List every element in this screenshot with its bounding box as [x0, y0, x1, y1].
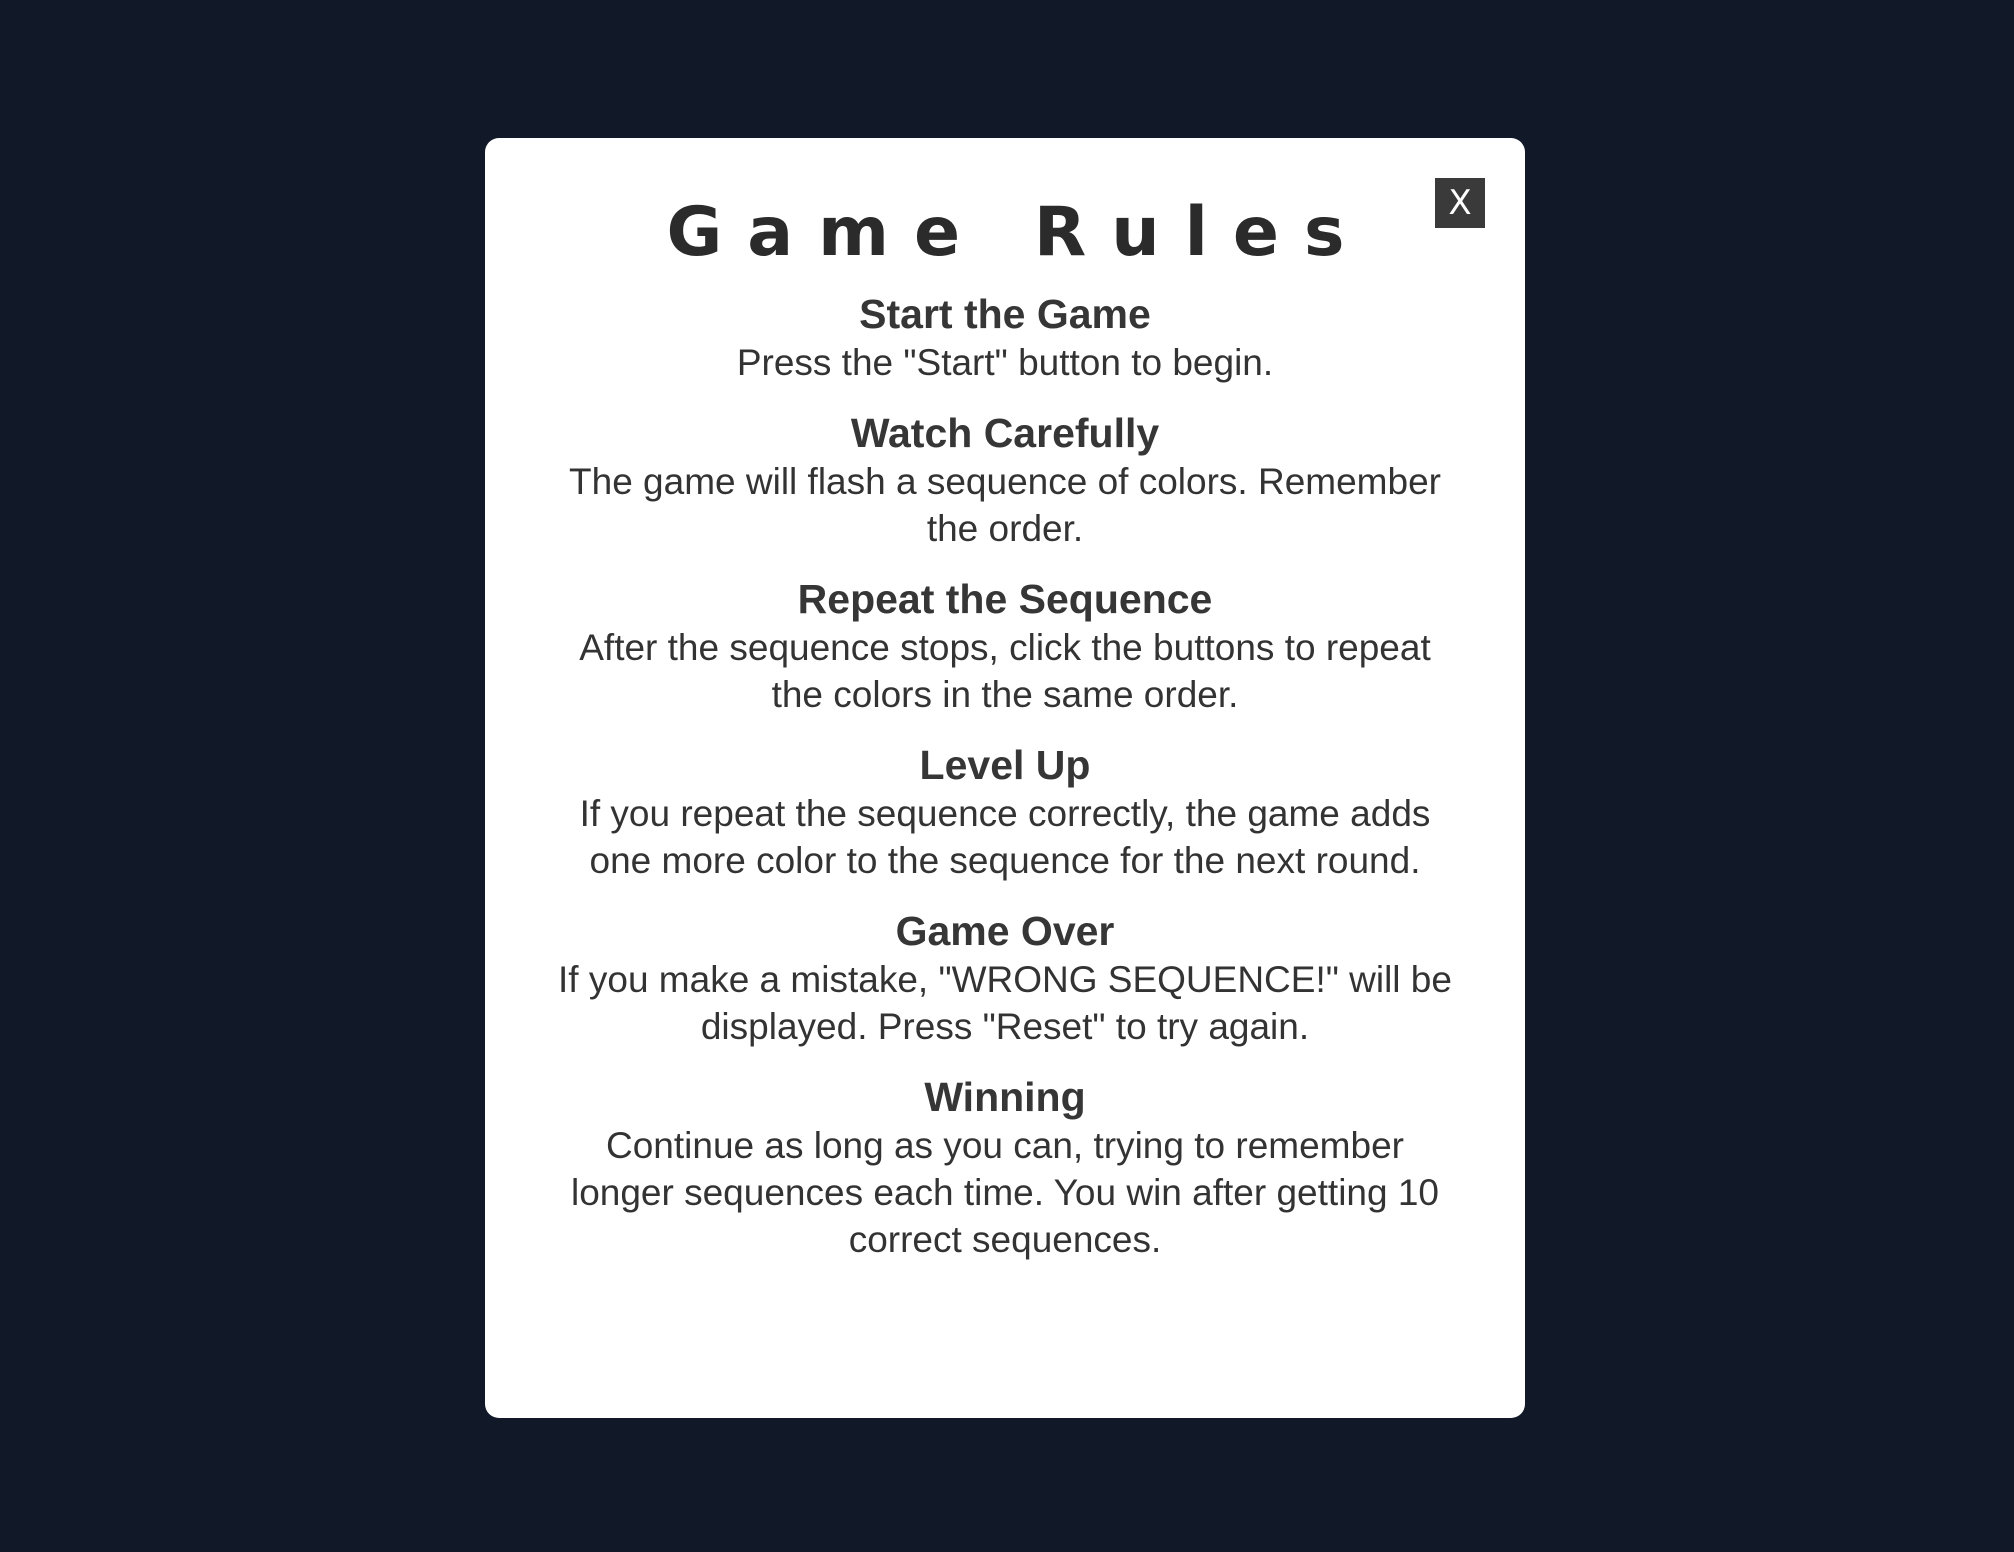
rule-text: Press the "Start" button to begin.	[736, 341, 1274, 383]
rule-title: Level Up	[919, 741, 1091, 788]
rule-winning: Winning Continue as long as you can, try…	[485, 1072, 1525, 1263]
rule-level-up: Level Up If you repeat the sequence corr…	[485, 740, 1525, 884]
rule-game-over: Game Over If you make a mistake, "WRONG …	[485, 906, 1525, 1050]
rule-title: Game Over	[895, 907, 1115, 954]
rules-modal: X Game Rules Start the Game Press the "S…	[485, 138, 1525, 1418]
rule-text: Continue as long as you can, trying to r…	[570, 1124, 1440, 1260]
rule-text: If you make a mistake, "WRONG SEQUENCE!"…	[558, 958, 1452, 1047]
close-button[interactable]: X	[1435, 178, 1485, 228]
rule-title: Start the Game	[859, 290, 1151, 337]
rule-title: Repeat the Sequence	[797, 575, 1213, 622]
rule-watch-carefully: Watch Carefully The game will flash a se…	[485, 408, 1525, 552]
rule-text: The game will flash a sequence of colors…	[569, 460, 1441, 549]
rule-text: If you repeat the sequence correctly, th…	[579, 792, 1431, 881]
rule-text: After the sequence stops, click the butt…	[579, 626, 1431, 715]
rule-title: Watch Carefully	[850, 409, 1160, 456]
rule-title: Winning	[924, 1073, 1086, 1120]
rule-repeat-the-sequence: Repeat the Sequence After the sequence s…	[485, 574, 1525, 718]
modal-title: Game Rules	[666, 193, 1370, 272]
rule-start-the-game: Start the Game Press the "Start" button …	[485, 289, 1525, 386]
